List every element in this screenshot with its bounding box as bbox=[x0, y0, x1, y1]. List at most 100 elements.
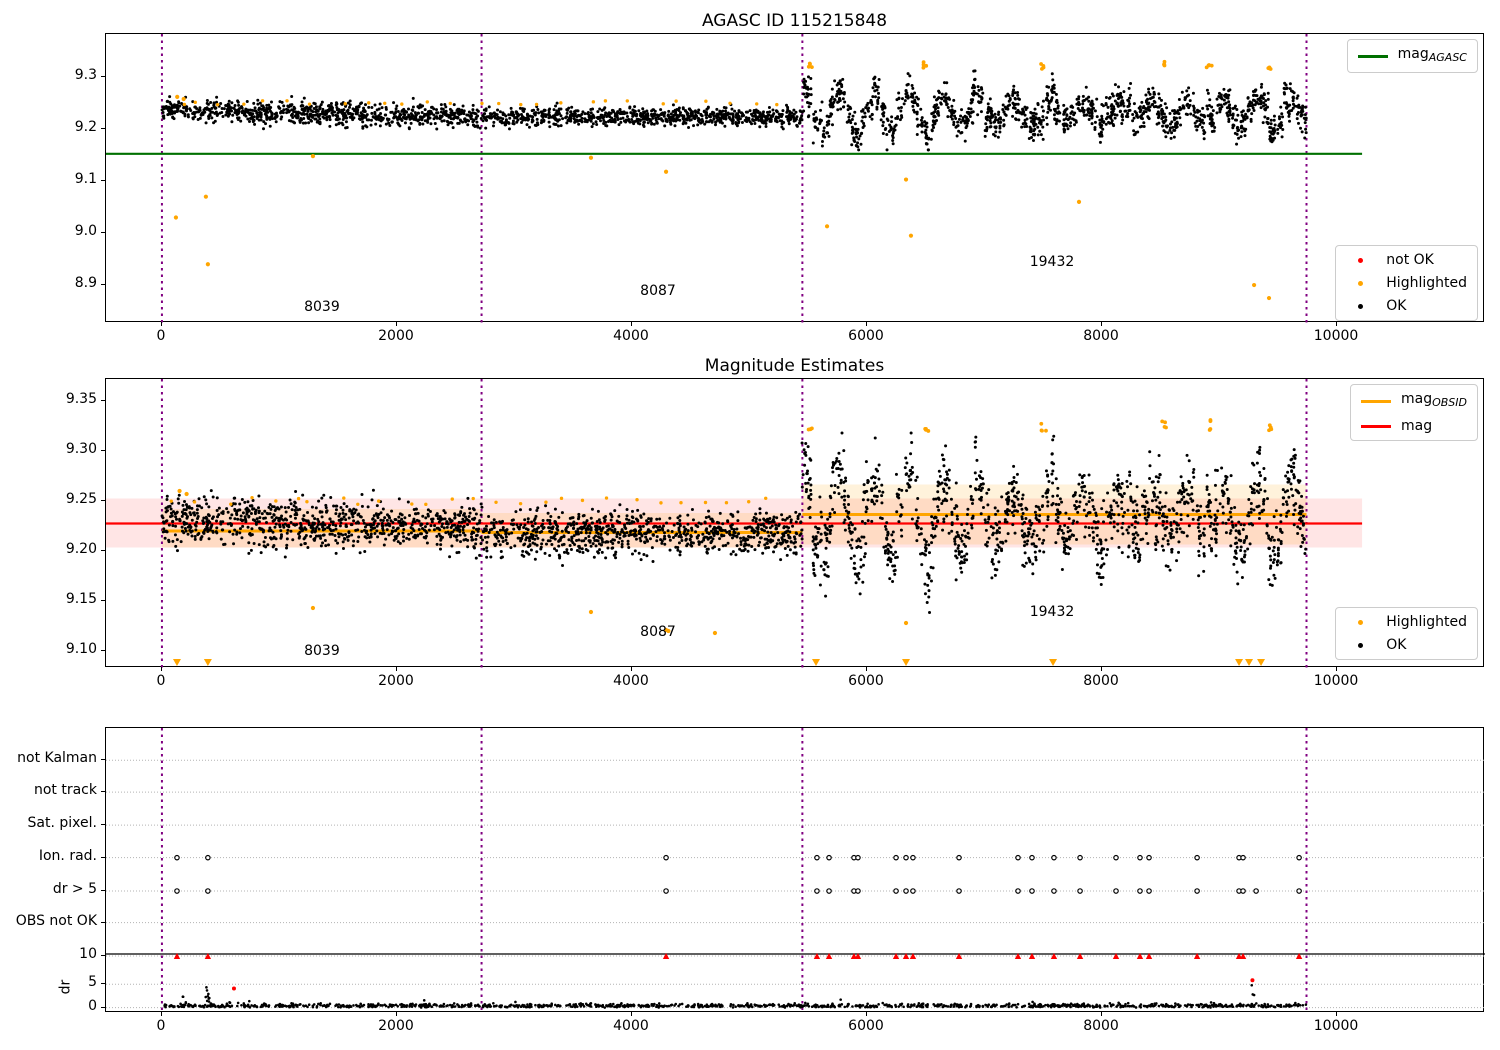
ok-point bbox=[360, 492, 364, 496]
ok-point bbox=[589, 516, 593, 520]
ok-point bbox=[450, 544, 454, 548]
ok-point bbox=[453, 512, 457, 516]
ok-point bbox=[280, 100, 284, 104]
ok-point bbox=[293, 501, 297, 505]
ok-point bbox=[317, 499, 321, 503]
ok-point bbox=[253, 510, 257, 514]
ok-point bbox=[531, 533, 535, 537]
ok-point bbox=[768, 517, 772, 521]
ok-point bbox=[883, 104, 887, 108]
ok-point bbox=[1266, 91, 1270, 95]
ok-point bbox=[1188, 99, 1192, 103]
ok-point bbox=[1032, 123, 1036, 127]
ok-point bbox=[642, 552, 646, 556]
ok-point bbox=[317, 121, 321, 125]
ok-point bbox=[433, 524, 437, 528]
ok-point bbox=[748, 525, 752, 529]
ok-point bbox=[371, 517, 375, 521]
ok-point bbox=[421, 122, 425, 126]
ok-point bbox=[381, 519, 385, 523]
ok-point bbox=[709, 112, 713, 116]
ok-point bbox=[388, 124, 392, 128]
ok-point bbox=[1101, 104, 1105, 108]
ok-point bbox=[474, 512, 478, 516]
ok-point bbox=[566, 551, 570, 555]
ok-point bbox=[237, 109, 241, 113]
ok-point bbox=[289, 104, 293, 108]
ok-point bbox=[576, 530, 580, 534]
ok-point bbox=[905, 91, 909, 95]
ok-point bbox=[645, 522, 649, 526]
ok-point bbox=[684, 538, 688, 542]
ok-point bbox=[985, 125, 989, 129]
ok-point bbox=[257, 543, 261, 547]
ok-point bbox=[426, 512, 430, 516]
ok-point bbox=[369, 522, 373, 526]
ok-point bbox=[643, 117, 647, 121]
ok-point bbox=[709, 541, 713, 545]
ok-point bbox=[227, 99, 231, 103]
ok-point bbox=[532, 108, 536, 112]
ok-point bbox=[1183, 96, 1187, 100]
ok-point bbox=[582, 526, 586, 530]
highlighted-outlier bbox=[908, 233, 914, 238]
ok-point bbox=[1198, 123, 1202, 127]
ok-point bbox=[755, 526, 759, 530]
ok-point bbox=[826, 528, 830, 532]
ok-point bbox=[355, 109, 359, 113]
ok-point bbox=[289, 502, 293, 506]
ok-point bbox=[738, 547, 742, 551]
ok-point bbox=[800, 537, 804, 541]
ok-point bbox=[633, 109, 637, 113]
ok-point bbox=[1041, 109, 1045, 113]
ok-point bbox=[1250, 112, 1254, 116]
ok-point bbox=[1097, 132, 1101, 136]
ok-point bbox=[667, 534, 671, 538]
ok-point bbox=[1098, 140, 1102, 144]
ok-point bbox=[596, 550, 600, 554]
highlighted-point bbox=[591, 100, 596, 104]
ok-point bbox=[170, 104, 174, 108]
ok-point bbox=[833, 98, 837, 102]
ok-point bbox=[1032, 133, 1036, 137]
ok-point bbox=[1047, 104, 1051, 108]
ok-point bbox=[1163, 119, 1167, 123]
ok-point bbox=[881, 102, 885, 106]
ok-point bbox=[830, 105, 834, 109]
ok-point bbox=[1050, 72, 1054, 76]
ok-point bbox=[479, 542, 483, 546]
ok-point bbox=[489, 555, 493, 559]
ok-point bbox=[836, 108, 840, 112]
ok-point bbox=[838, 98, 842, 102]
ok-point bbox=[238, 531, 242, 535]
ok-point bbox=[492, 526, 496, 530]
ok-point bbox=[442, 526, 446, 530]
ok-point bbox=[314, 527, 318, 531]
ok-point bbox=[312, 101, 316, 105]
ok-point bbox=[1261, 104, 1265, 108]
highlighted-point bbox=[425, 100, 429, 104]
ok-point bbox=[357, 535, 361, 539]
ok-point bbox=[260, 512, 264, 516]
ok-point bbox=[627, 546, 631, 550]
ok-point bbox=[1165, 106, 1169, 110]
ok-point bbox=[1023, 121, 1027, 125]
ok-point bbox=[838, 92, 842, 96]
ok-point bbox=[305, 112, 309, 116]
ok-point bbox=[180, 101, 184, 105]
ok-point bbox=[1024, 107, 1028, 111]
ok-point bbox=[341, 540, 345, 544]
ok-point bbox=[662, 112, 666, 116]
ok-point bbox=[248, 108, 252, 112]
ok-point bbox=[1201, 106, 1205, 110]
ok-point bbox=[857, 137, 861, 141]
ok-point bbox=[706, 547, 710, 551]
ok-point bbox=[761, 522, 765, 526]
ok-point bbox=[521, 118, 525, 122]
ok-point bbox=[612, 553, 616, 557]
ok-point bbox=[1069, 105, 1073, 109]
highlighted-point bbox=[1041, 63, 1046, 68]
ok-point bbox=[220, 107, 224, 111]
ok-point bbox=[358, 117, 362, 121]
ok-point bbox=[241, 524, 245, 528]
